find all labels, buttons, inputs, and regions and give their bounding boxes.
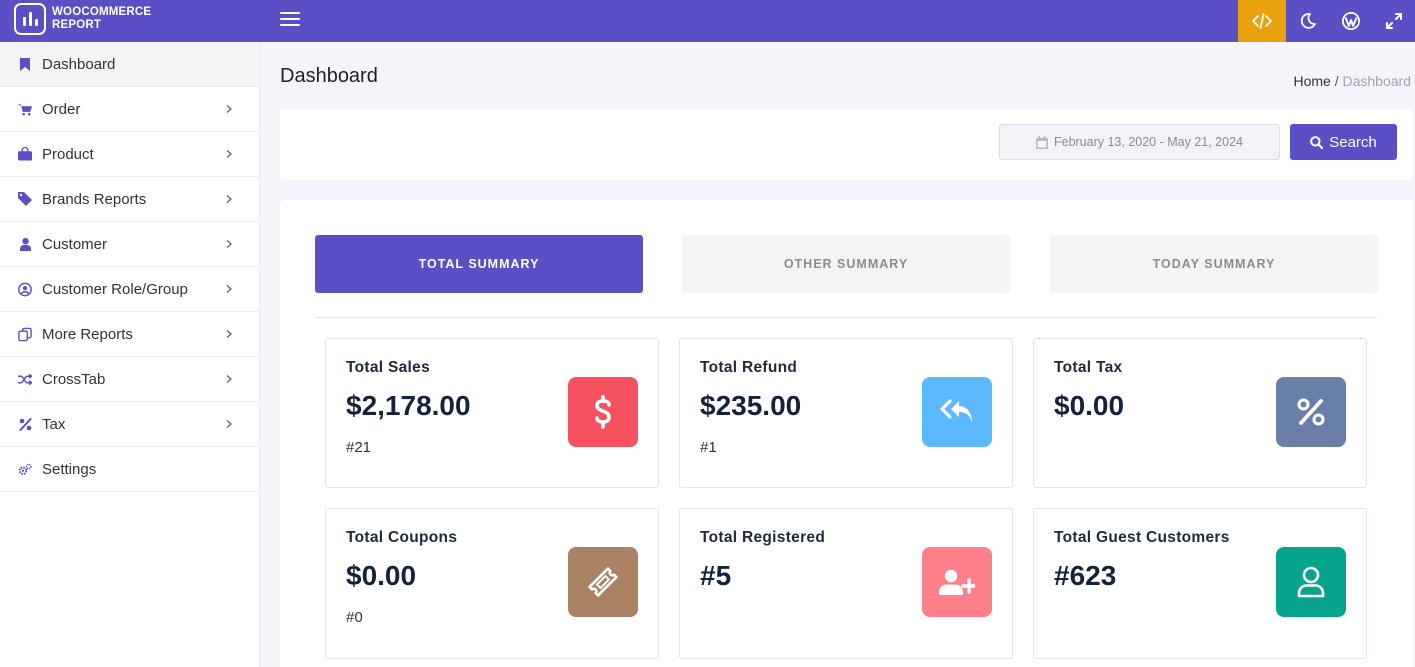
user-circle-icon <box>18 282 32 296</box>
moon-icon[interactable] <box>1286 0 1329 42</box>
user-plus-icon <box>922 547 992 617</box>
logo-line-2: REPORT <box>52 19 102 31</box>
sidebar-item-label: Tax <box>42 415 66 433</box>
percent-icon <box>1276 377 1346 447</box>
tag-icon <box>18 192 32 206</box>
stat-count: #1 <box>700 439 717 456</box>
stat-title: Total Registered <box>700 529 826 546</box>
stat-count: #21 <box>346 439 372 456</box>
sidebar-item-label: Brands Reports <box>42 190 147 208</box>
tab-divider <box>315 317 1377 318</box>
breadcrumb-home[interactable]: Home <box>1293 73 1330 89</box>
shuffle-icon <box>18 372 32 386</box>
page-title: Dashboard <box>280 65 378 87</box>
stat-value: #623 <box>1054 560 1117 591</box>
stat-count: #0 <box>346 609 363 626</box>
search-icon <box>1310 135 1324 149</box>
logo-text: WOOCOMMERCE REPORT <box>52 6 151 32</box>
sidebar-item-settings[interactable]: Settings <box>0 447 259 492</box>
stat-card-total-registered: Total Registered #5 <box>679 508 1013 659</box>
stat-value: $0.00 <box>1054 390 1125 421</box>
stat-title: Total Coupons <box>346 529 458 546</box>
ticket-icon <box>568 547 638 617</box>
date-range-input[interactable]: February 13, 2020 - May 21, 2024 <box>999 124 1280 160</box>
copy-icon <box>18 327 32 341</box>
breadcrumb-separator: / <box>1330 73 1343 89</box>
stat-title: Total Refund <box>700 359 798 376</box>
stat-value: #5 <box>700 560 732 591</box>
expand-icon[interactable] <box>1372 0 1415 42</box>
tab-total-summary[interactable]: TOTAL SUMMARY <box>315 235 643 293</box>
stat-title: Total Tax <box>1054 359 1123 376</box>
sidebar-item-crosstab[interactable]: CrossTab <box>0 357 259 402</box>
chevron-right-icon <box>226 375 232 383</box>
sidebar-item-label: More Reports <box>42 325 133 343</box>
bookmark-icon <box>18 57 32 71</box>
sidebar-item-label: Product <box>42 145 94 163</box>
date-range-value: February 13, 2020 - May 21, 2024 <box>1053 135 1243 149</box>
summary-panel: TOTAL SUMMARY OTHER SUMMARY TODAY SUMMAR… <box>280 200 1413 667</box>
sidebar-item-label: CrossTab <box>42 370 106 388</box>
search-button[interactable]: Search <box>1290 124 1397 160</box>
sidebar-item-label: Customer <box>42 235 108 253</box>
top-actions <box>1238 0 1415 42</box>
sidebar-item-label: Customer Role/Group <box>42 280 188 298</box>
menu-toggle-icon[interactable] <box>280 12 300 28</box>
stat-card-total-sales: Total Sales $2,178.00 #21 <box>325 338 659 488</box>
chevron-right-icon <box>226 150 232 158</box>
stat-title: Total Sales <box>346 359 430 376</box>
stat-title: Total Guest Customers <box>1054 529 1230 546</box>
stat-card-total-refund: Total Refund $235.00 #1 <box>679 338 1013 488</box>
stat-value: $235.00 <box>700 390 802 421</box>
user-icon <box>1276 547 1346 617</box>
date-filter-card: February 13, 2020 - May 21, 2024 Search <box>280 109 1413 180</box>
top-bar: WOOCOMMERCE REPORT <box>0 0 1415 42</box>
stat-card-total-coupons: Total Coupons $0.00 #0 <box>325 508 659 659</box>
sidebar-item-dashboard[interactable]: Dashboard <box>0 42 259 87</box>
sidebar-item-label: Settings <box>42 460 97 478</box>
chevron-right-icon <box>226 420 232 428</box>
bag-icon <box>18 147 32 161</box>
chevron-right-icon <box>226 240 232 248</box>
chevron-right-icon <box>226 105 232 113</box>
sidebar-item-tax[interactable]: Tax <box>0 402 259 447</box>
sidebar: Dashboard Order Product Brands Reports C… <box>0 42 260 667</box>
sidebar-item-order[interactable]: Order <box>0 87 259 132</box>
search-button-label: Search <box>1329 133 1377 151</box>
tab-other-summary[interactable]: OTHER SUMMARY <box>682 235 1010 293</box>
percent-icon <box>18 417 32 431</box>
stat-card-total-tax: Total Tax $0.00 <box>1033 338 1367 488</box>
cart-icon <box>18 102 32 116</box>
reply-all-icon <box>922 377 992 447</box>
chevron-right-icon <box>226 195 232 203</box>
sidebar-item-product[interactable]: Product <box>0 132 259 177</box>
sidebar-item-brands-reports[interactable]: Brands Reports <box>0 177 259 222</box>
stat-value: $0.00 <box>346 560 417 591</box>
dollar-icon <box>568 377 638 447</box>
logo-chart-icon <box>14 3 46 35</box>
sidebar-item-more-reports[interactable]: More Reports <box>0 312 259 357</box>
stat-value: $2,178.00 <box>346 390 471 421</box>
user-icon <box>18 237 32 251</box>
calendar-icon <box>1035 135 1048 149</box>
breadcrumb-current: Dashboard <box>1342 73 1412 89</box>
code-icon[interactable] <box>1238 0 1286 42</box>
wordpress-icon[interactable] <box>1329 0 1372 42</box>
stat-card-total-guest-customers: Total Guest Customers #623 <box>1033 508 1367 659</box>
chevron-right-icon <box>226 285 232 293</box>
app-logo[interactable]: WOOCOMMERCE REPORT <box>14 3 151 35</box>
tab-today-summary[interactable]: TODAY SUMMARY <box>1050 235 1378 293</box>
gears-icon <box>18 462 32 476</box>
sidebar-item-customer[interactable]: Customer <box>0 222 259 267</box>
sidebar-item-label: Order <box>42 100 81 118</box>
breadcrumb: Home / Dashboard <box>1293 73 1411 89</box>
sidebar-item-label: Dashboard <box>42 55 116 73</box>
chevron-right-icon <box>226 330 232 338</box>
sidebar-item-customer-role-group[interactable]: Customer Role/Group <box>0 267 259 312</box>
logo-line-1: WOOCOMMERCE <box>52 6 152 18</box>
